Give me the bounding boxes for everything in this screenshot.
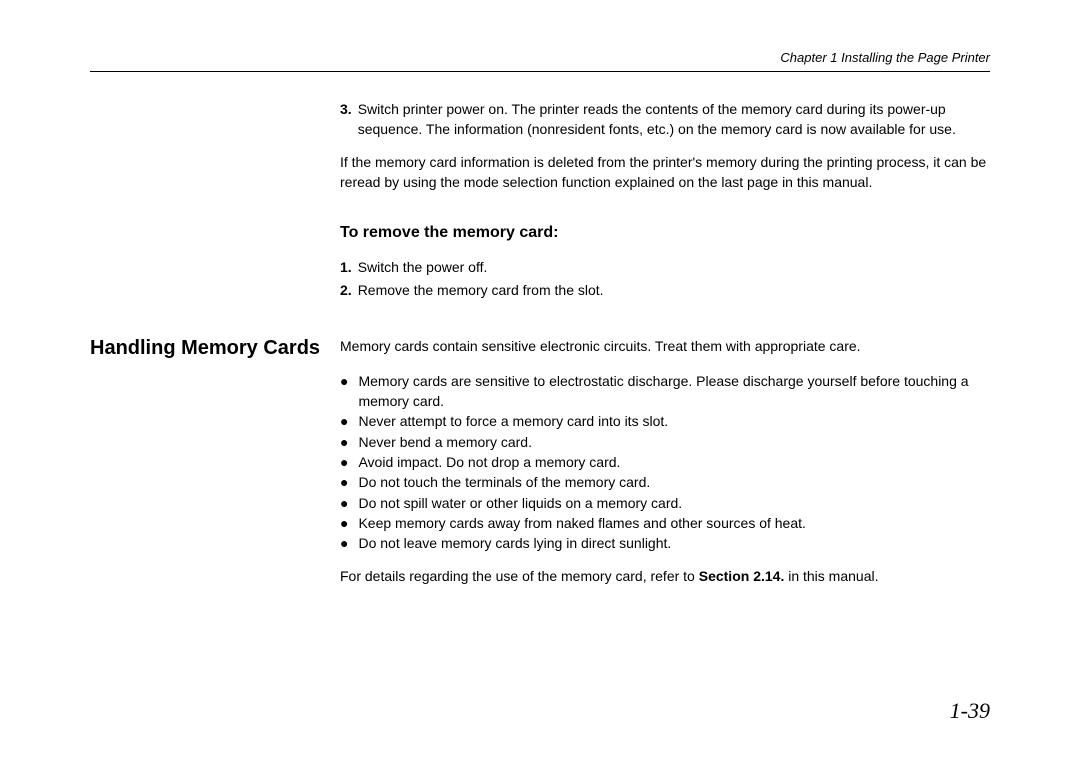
top-content: 3. Switch printer power on. The printer … [90, 100, 990, 301]
step-number: 1. [340, 256, 352, 278]
list-item: ● Do not leave memory cards lying in dir… [340, 533, 990, 553]
details-ref: Section 2.14. [699, 568, 785, 584]
bullet-icon: ● [340, 432, 348, 452]
handling-heading: Handling Memory Cards [90, 337, 340, 360]
list-item: ● Do not touch the terminals of the memo… [340, 472, 990, 492]
handling-intro: Memory cards contain sensitive electroni… [340, 337, 990, 357]
step-text: Switch the power off. [358, 256, 488, 278]
details-suffix: in this manual. [784, 568, 878, 584]
bullet-text: Keep memory cards away from naked flames… [358, 513, 990, 533]
bullet-icon: ● [340, 371, 348, 391]
remove-steps: 1. Switch the power off. 2. Remove the m… [340, 256, 990, 301]
bullet-icon: ● [340, 493, 348, 513]
list-item: ● Avoid impact. Do not drop a memory car… [340, 452, 990, 472]
list-item: ● Do not spill water or other liquids on… [340, 493, 990, 513]
bullet-text: Never attempt to force a memory card int… [358, 411, 990, 431]
handling-section: Handling Memory Cards Memory cards conta… [90, 337, 990, 587]
list-item: ● Never bend a memory card. [340, 432, 990, 452]
bullet-text: Do not touch the terminals of the memory… [358, 472, 990, 492]
step-3: 3. Switch printer power on. The printer … [340, 100, 990, 139]
step-text: Switch printer power on. The printer rea… [358, 100, 990, 139]
bullet-text: Avoid impact. Do not drop a memory card. [358, 452, 990, 472]
remove-heading: To remove the memory card: [340, 224, 990, 242]
bullet-text: Do not leave memory cards lying in direc… [358, 533, 990, 553]
step-number: 2. [340, 279, 352, 301]
handling-bullets: ● Memory cards are sensitive to electros… [340, 371, 990, 554]
details-prefix: For details regarding the use of the mem… [340, 568, 699, 584]
bullet-icon: ● [340, 411, 348, 431]
bullet-icon: ● [340, 452, 348, 472]
remove-step-2: 2. Remove the memory card from the slot. [340, 279, 990, 301]
step-text: Remove the memory card from the slot. [358, 279, 604, 301]
list-item: ● Memory cards are sensitive to electros… [340, 371, 990, 412]
details-paragraph: For details regarding the use of the mem… [340, 567, 990, 587]
bullet-icon: ● [340, 472, 348, 492]
page-number: 1-39 [950, 698, 990, 724]
handling-body: Memory cards contain sensitive electroni… [340, 337, 990, 587]
remove-step-1: 1. Switch the power off. [340, 256, 990, 278]
bullet-icon: ● [340, 513, 348, 533]
bullet-text: Never bend a memory card. [358, 432, 990, 452]
note-paragraph: If the memory card information is delete… [340, 153, 990, 192]
bullet-text: Memory cards are sensitive to electrosta… [358, 371, 990, 412]
bullet-text: Do not spill water or other liquids on a… [358, 493, 990, 513]
list-item: ● Never attempt to force a memory card i… [340, 411, 990, 431]
step-number: 3. [340, 100, 352, 139]
page-header: Chapter 1 Installing the Page Printer [90, 50, 990, 72]
list-item: ● Keep memory cards away from naked flam… [340, 513, 990, 533]
chapter-label: Chapter 1 Installing the Page Printer [780, 50, 990, 65]
bullet-icon: ● [340, 533, 348, 553]
